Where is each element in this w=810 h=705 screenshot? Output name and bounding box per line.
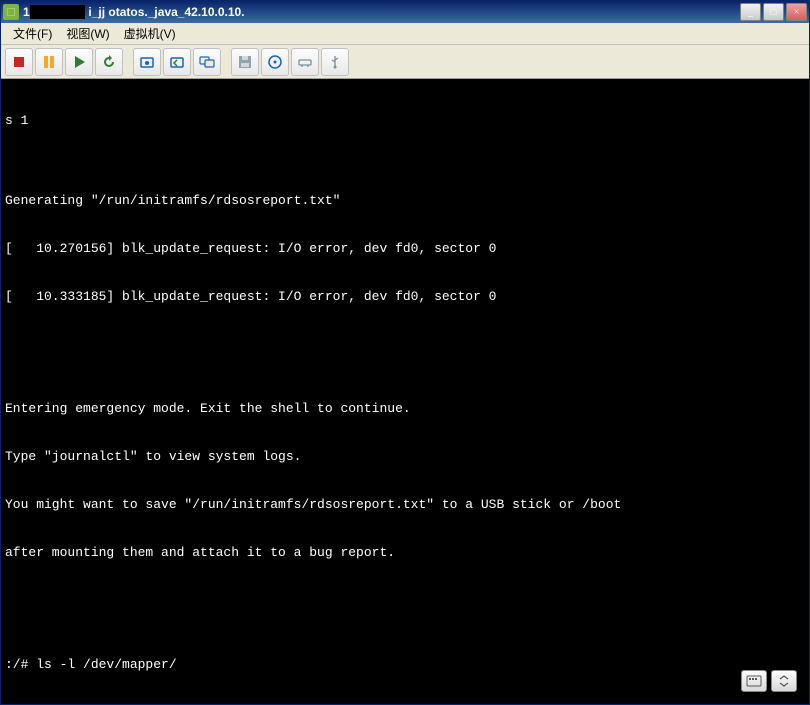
fullscreen-button[interactable]: [771, 670, 797, 692]
stop-button[interactable]: [5, 48, 33, 76]
window-controls: _ □ ×: [740, 3, 807, 21]
network-button[interactable]: [291, 48, 319, 76]
minimize-button[interactable]: _: [740, 3, 761, 21]
vm-console-window: 1.2.10.0.10 i_jj otatos._java_42.10.0.10…: [0, 0, 810, 705]
snapshot-revert-button[interactable]: [163, 48, 191, 76]
vsphere-icon: [3, 4, 19, 20]
console-line: Generating "/run/initramfs/rdsosreport.t…: [5, 193, 805, 209]
pause-button[interactable]: [35, 48, 63, 76]
console-line: after mounting them and attach it to a b…: [5, 545, 805, 561]
reset-button[interactable]: [95, 48, 123, 76]
console-line: s 1: [5, 113, 805, 129]
console-line: You might want to save "/run/initramfs/r…: [5, 497, 805, 513]
console-line: [ 10.333185] blk_update_request: I/O err…: [5, 289, 805, 305]
titlebar[interactable]: 1.2.10.0.10 i_jj otatos._java_42.10.0.10…: [1, 1, 809, 23]
floppy-button[interactable]: [231, 48, 259, 76]
console-line: [ 10.270156] blk_update_request: I/O err…: [5, 241, 805, 257]
toolbar: [1, 45, 809, 79]
menu-vm[interactable]: 虚拟机(V): [118, 23, 182, 44]
snapshot-manage-button[interactable]: [193, 48, 221, 76]
console-line: Entering emergency mode. Exit the shell …: [5, 401, 805, 417]
vm-console[interactable]: s 1 Generating "/run/initramfs/rdsosrepo…: [1, 79, 809, 704]
menubar: 文件(F) 视图(W) 虚拟机(V): [1, 23, 809, 45]
console-floating-toolbar: [741, 670, 797, 692]
menu-view[interactable]: 视图(W): [60, 23, 115, 44]
window-title: 1.2.10.0.10 i_jj otatos._java_42.10.0.10…: [23, 5, 740, 19]
console-line: Type "journalctl" to view system logs.: [5, 449, 805, 465]
maximize-button[interactable]: □: [763, 3, 784, 21]
close-button[interactable]: ×: [786, 3, 807, 21]
usb-button[interactable]: [321, 48, 349, 76]
snapshot-take-button[interactable]: [133, 48, 161, 76]
console-line: :/# ls -l /dev/mapper/: [5, 657, 805, 673]
play-button[interactable]: [65, 48, 93, 76]
cdrom-button[interactable]: [261, 48, 289, 76]
send-ctrl-alt-del-button[interactable]: [741, 670, 767, 692]
menu-file[interactable]: 文件(F): [7, 23, 58, 44]
